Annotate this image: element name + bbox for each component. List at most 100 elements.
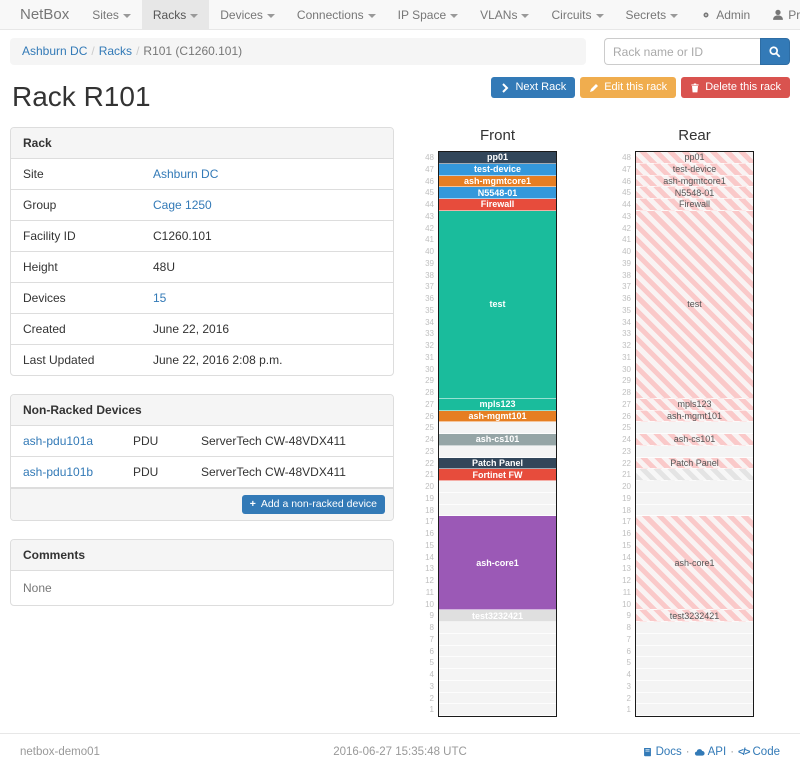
device-name-cell: ash-pdu101a <box>11 426 121 456</box>
rack-unit-test-u43[interactable]: test <box>439 211 556 399</box>
rack-unit-firewall-u44[interactable]: Firewall <box>636 199 753 211</box>
rack-unit-empty-u25 <box>439 422 556 434</box>
unit-number: 36 <box>619 293 635 305</box>
user-icon <box>772 9 784 21</box>
footer-links: Docs·API·</>Code <box>467 746 780 758</box>
unit-number: 35 <box>422 305 438 317</box>
rack-unit-patch-panel-u22[interactable]: Patch Panel <box>439 458 556 470</box>
nav-item-label: VLANs <box>480 8 517 22</box>
rack-unit-fortinet-fw-u21[interactable]: Fortinet FW <box>439 469 556 481</box>
rack-attr-row-last-updated: Last UpdatedJune 22, 2016 2:08 p.m. <box>11 345 393 375</box>
unit-number: 32 <box>619 340 635 352</box>
breadcrumb-item-ashburn-dc[interactable]: Ashburn DC <box>22 44 87 58</box>
rack-unit-ash-core1-u17[interactable]: ash-core1 <box>439 516 556 610</box>
rack-unit-pp01-u48[interactable]: pp01 <box>439 152 556 164</box>
unit-number: 29 <box>619 375 635 387</box>
rack-unit-test-device-u47[interactable]: test-device <box>636 164 753 176</box>
rack-unit-test3232421-u9[interactable]: test3232421 <box>636 610 753 622</box>
device-type-cell: PDU <box>121 457 189 487</box>
attr-value: June 22, 2016 2:08 p.m. <box>141 345 294 375</box>
nonracked-panel-footer: + Add a non-racked device <box>11 488 393 520</box>
search-input[interactable] <box>604 38 760 65</box>
rack-unit-label: Patch Panel <box>670 458 719 468</box>
rack-unit-ash-mgmt101-u26[interactable]: ash-mgmt101 <box>439 411 556 423</box>
footer-link-docs[interactable]: Docs <box>642 746 682 758</box>
unit-number: 8 <box>422 622 438 634</box>
nav-item-label: Secrets <box>626 8 667 22</box>
unit-number: 47 <box>422 164 438 176</box>
rack-unit-empty-u5 <box>636 657 753 669</box>
rack-attr-row-site: SiteAshburn DC <box>11 159 393 190</box>
unit-number: 41 <box>422 234 438 246</box>
unit-number: 11 <box>619 587 635 599</box>
footer-link-code[interactable]: </>Code <box>738 746 780 758</box>
rack-unit-ash-mgmtcore1-u46[interactable]: ash-mgmtcore1 <box>439 176 556 188</box>
rack-unit-pp01-u48[interactable]: pp01 <box>636 152 753 164</box>
nav-item-circuits[interactable]: Circuits <box>540 0 614 29</box>
nav-item-sites[interactable]: Sites <box>81 0 142 29</box>
unit-number: 48 <box>619 152 635 164</box>
rack-unit-test-device-u47[interactable]: test-device <box>439 164 556 176</box>
nav-item-vlans[interactable]: VLANs <box>469 0 540 29</box>
rack-unit-label: Fortinet FW <box>473 470 523 480</box>
breadcrumb-item-racks[interactable]: Racks <box>99 44 132 58</box>
rack-attr-row-facility-id: Facility IDC1260.101 <box>11 221 393 252</box>
delete-rack-button[interactable]: Delete this rack <box>681 77 790 98</box>
search-button[interactable] <box>760 38 790 65</box>
unit-number: 40 <box>422 246 438 258</box>
rack-unit-empty-u7 <box>636 634 753 646</box>
edit-rack-button[interactable]: Edit this rack <box>580 77 676 98</box>
front-elevation-title: Front <box>438 127 557 151</box>
rack-unit-ash-mgmtcore1-u46[interactable]: ash-mgmtcore1 <box>636 176 753 188</box>
rack-unit-firewall-u44[interactable]: Firewall <box>439 199 556 211</box>
unit-number: 16 <box>619 528 635 540</box>
unit-number: 11 <box>422 587 438 599</box>
add-nonracked-device-button[interactable]: + Add a non-racked device <box>242 495 385 514</box>
nav-item-ip-space[interactable]: IP Space <box>387 0 469 29</box>
rack-unit-ash-core1-u17[interactable]: ash-core1 <box>636 516 753 610</box>
nav-item-devices[interactable]: Devices <box>209 0 286 29</box>
unit-number: 4 <box>422 669 438 681</box>
footer-link-api[interactable]: API <box>694 746 727 758</box>
rack-unit-ash-mgmt101-u26[interactable]: ash-mgmt101 <box>636 411 753 423</box>
rack-unit-label: ash-cs101 <box>674 434 716 444</box>
rack-unit-mpls123-u27[interactable]: mpls123 <box>636 399 753 411</box>
rack-unit-empty-u6 <box>636 646 753 658</box>
rack-unit-label: test-device <box>673 164 717 174</box>
rack-unit-ash-cs101-u24[interactable]: ash-cs101 <box>636 434 753 446</box>
comments-panel-title: Comments <box>11 540 393 571</box>
rack-unit-empty-u3 <box>636 681 753 693</box>
rack-search <box>604 38 790 65</box>
attr-value-link[interactable]: Ashburn DC <box>153 167 218 181</box>
unit-number: 38 <box>422 270 438 282</box>
rack-unit-patch-panel-u22[interactable]: Patch Panel <box>636 458 753 470</box>
brand-netbox[interactable]: NetBox <box>8 0 81 29</box>
rack-unit-n5548-01-u45[interactable]: N5548-01 <box>439 187 556 199</box>
unit-number: 42 <box>619 223 635 235</box>
rack-unit-test3232421-u9[interactable]: test3232421 <box>439 610 556 622</box>
attr-value-link[interactable]: Cage 1250 <box>153 198 212 212</box>
rack-unit-label: pp01 <box>487 152 508 162</box>
nav-item-admin[interactable]: Admin <box>689 0 761 29</box>
navbar: NetBox SitesRacksDevicesConnectionsIP Sp… <box>0 0 800 30</box>
device-link[interactable]: ash-pdu101b <box>23 465 93 479</box>
attr-value-link[interactable]: 15 <box>153 291 166 305</box>
unit-number: 14 <box>619 552 635 564</box>
footer-link-separator: · <box>730 746 734 758</box>
device-link[interactable]: ash-pdu101a <box>23 434 93 448</box>
next-rack-button[interactable]: Next Rack <box>491 77 575 98</box>
page-title: Rack R101 <box>12 81 151 113</box>
unit-number: 26 <box>619 411 635 423</box>
rack-unit-empty-u5 <box>439 657 556 669</box>
nav-item-profile[interactable]: Profile <box>761 0 800 29</box>
nav-item-secrets[interactable]: Secrets <box>615 0 690 29</box>
rear-elevation: pp01test-device ash-mgmtcore1N5548-01Fire… <box>635 151 754 717</box>
nav-item-connections[interactable]: Connections <box>286 0 387 29</box>
rack-unit-n5548-01-u45[interactable]: N5548-01 <box>636 187 753 199</box>
unit-number: 22 <box>619 458 635 470</box>
rack-unit-ash-cs101-u24[interactable]: ash-cs101 <box>439 434 556 446</box>
rack-unit-test-u43[interactable]: test <box>636 211 753 399</box>
unit-number: 3 <box>422 681 438 693</box>
rack-unit-mpls123-u27[interactable]: mpls123 <box>439 399 556 411</box>
nav-item-racks[interactable]: Racks <box>142 0 209 29</box>
